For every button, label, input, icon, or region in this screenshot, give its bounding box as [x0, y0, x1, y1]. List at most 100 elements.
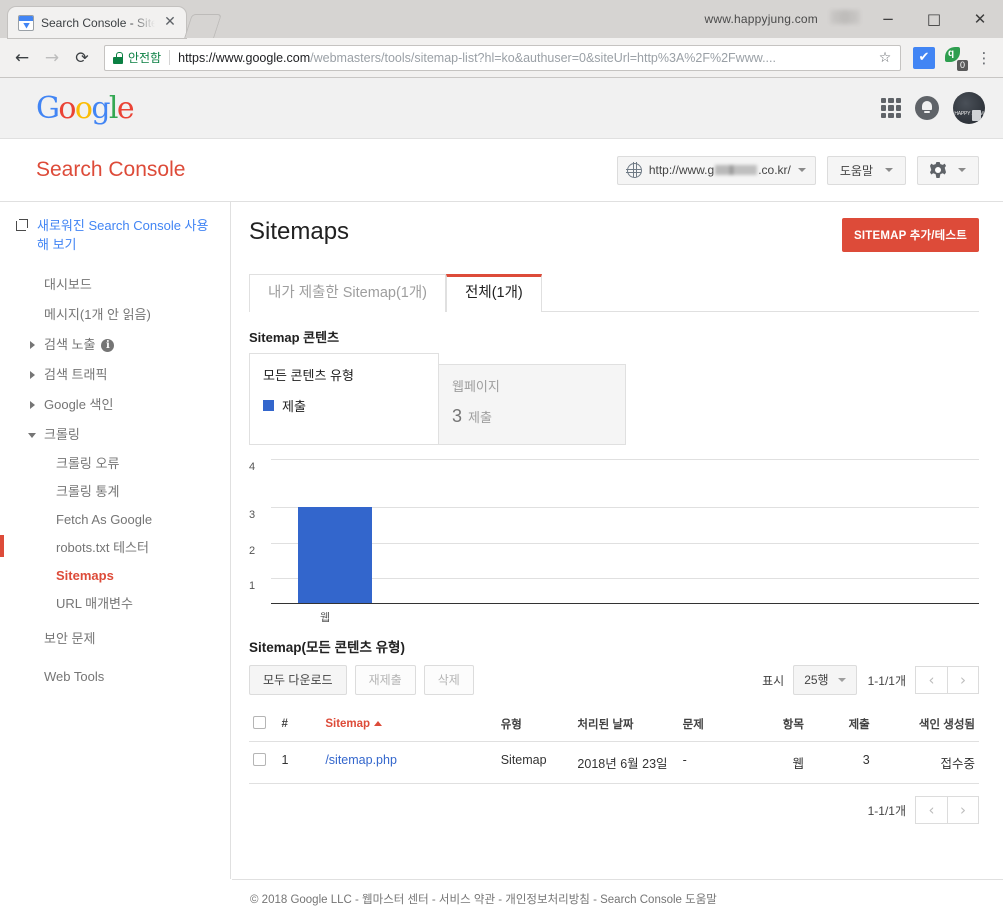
select-all-checkbox[interactable]: [253, 716, 266, 729]
sidebar-item-robots-tester[interactable]: robots.txt 테스터: [0, 534, 230, 562]
sidebar-item-fetch-as-google[interactable]: Fetch As Google: [0, 506, 230, 534]
column-label: Sitemap: [325, 718, 371, 730]
bottom-next-page-button[interactable]: ›: [947, 796, 979, 824]
result-range: 1-1/1개: [867, 673, 906, 688]
sidebar-item-url-parameters[interactable]: URL 매개변수: [0, 590, 230, 618]
card-web-pages[interactable]: 웹페이지 3 제출: [438, 364, 626, 445]
chart-plot-area: 4 3 2 1 웹: [249, 459, 979, 624]
column-indexed[interactable]: 색인 생성됨: [873, 707, 979, 742]
column-issues[interactable]: 문제: [678, 707, 745, 742]
sidebar-item-crawl-errors[interactable]: 크롤링 오류: [0, 450, 230, 478]
card-all-content-types[interactable]: 모든 콘텐츠 유형 제출: [249, 353, 439, 445]
bottom-result-range: 1-1/1개: [867, 803, 906, 818]
column-items[interactable]: 항목: [744, 707, 808, 742]
table-head: # Sitemap 유형 처리된 날짜 문제 항목 제출 색인 생성됨: [249, 707, 979, 742]
add-sitemap-button[interactable]: SITEMAP 추가/테스트: [842, 218, 979, 252]
card-number: 3: [452, 406, 463, 426]
reload-icon[interactable]: ⟳: [68, 44, 96, 72]
page-body: 새로워진 Search Console 사용해 보기 대시보드 메시지(1개 안…: [0, 202, 1003, 879]
delete-button[interactable]: 삭제: [423, 665, 474, 695]
column-processed-date[interactable]: 처리된 날짜: [573, 707, 679, 742]
card-title: 웹페이지: [452, 379, 500, 394]
browser-menu-icon[interactable]: ⋮: [973, 49, 995, 67]
notifications-bell-icon[interactable]: [915, 96, 939, 120]
avatar-label: HAPPY .COM: [954, 111, 984, 117]
table-toolbar: 모두 다운로드 재제출 삭제 표시 25행 1-1/1개 ‹ ›: [249, 665, 979, 695]
sidebar-item-crawl[interactable]: 크롤링: [0, 420, 230, 450]
row-checkbox[interactable]: [253, 753, 266, 766]
sidebar-item-crawl-stats[interactable]: 크롤링 통계: [0, 478, 230, 506]
new-tab-button[interactable]: [184, 14, 222, 38]
lock-icon: [113, 51, 123, 64]
forward-icon[interactable]: →: [38, 44, 66, 72]
google-bar-actions: HAPPY .COM: [881, 92, 985, 124]
sidebar-item-label: robots.txt 테스터: [56, 540, 149, 555]
window-controls: − □ ✕: [865, 0, 1003, 38]
browser-tab[interactable]: Search Console - Sitema ✕: [8, 7, 186, 38]
avatar[interactable]: HAPPY .COM: [953, 92, 985, 124]
bookmark-star-icon[interactable]: ☆: [876, 50, 894, 66]
tab-my-sitemaps[interactable]: 내가 제출한 Sitemap(1개): [249, 274, 447, 312]
cell-type: Sitemap: [496, 741, 574, 784]
bar-web[interactable]: [298, 507, 372, 603]
chevron-down-icon: [837, 678, 846, 682]
sidebar-item-google-index[interactable]: Google 색인: [0, 390, 230, 420]
sidebar-item-new-search-console[interactable]: 새로워진 Search Console 사용해 보기: [0, 216, 230, 254]
sidebar-item-messages[interactable]: 메시지(1개 안 읽음): [0, 300, 230, 330]
settings-button[interactable]: [917, 155, 979, 185]
sidebar-item-search-traffic[interactable]: 검색 트래픽: [0, 360, 230, 390]
minimize-icon[interactable]: −: [865, 0, 911, 38]
rows-per-page-select[interactable]: 25행: [793, 665, 857, 695]
extension-check-icon[interactable]: ✔: [913, 46, 935, 69]
y-axis-tick: 4: [249, 461, 256, 473]
extension-seo-icon[interactable]: q 0: [943, 46, 968, 71]
sidebar-item-sitemaps[interactable]: Sitemaps: [0, 562, 230, 590]
download-all-button[interactable]: 모두 다운로드: [249, 665, 347, 695]
sidebar-item-label: 크롤링: [44, 427, 80, 442]
page-footer: © 2018 Google LLC - 웹마스터 센터 - 서비스 약관 - 개…: [232, 879, 1003, 917]
help-button[interactable]: 도움말: [826, 155, 906, 185]
cell-indexed: 접수중: [873, 741, 979, 784]
sitemaps-table: # Sitemap 유형 처리된 날짜 문제 항목 제출 색인 생성됨 1 /s…: [249, 707, 979, 784]
next-page-button[interactable]: ›: [947, 666, 979, 694]
chevron-down-icon: [885, 168, 893, 172]
window-close-icon[interactable]: ✕: [957, 0, 1003, 38]
url-domain: https://www.google.com: [178, 50, 311, 65]
tab-all-sitemaps[interactable]: 전체(1개): [446, 274, 542, 312]
resubmit-button[interactable]: 재제출: [354, 665, 416, 695]
site-selector[interactable]: http://www.g .co.kr/: [616, 155, 816, 185]
browser-toolbar: ← → ⟳ 안전함 https://www.google.com/webmast…: [0, 38, 1003, 78]
redacted-domain: [715, 165, 758, 175]
chevron-down-icon: [797, 168, 806, 172]
sitemap-contents-label: Sitemap 콘텐츠: [249, 330, 340, 345]
pagination-controls: 표시 25행 1-1/1개 ‹ ›: [762, 665, 979, 695]
apps-grid-icon[interactable]: [881, 98, 901, 118]
sidebar-item-search-appearance[interactable]: 검색 노출 i: [0, 330, 230, 360]
prev-page-button[interactable]: ‹: [915, 666, 947, 694]
column-submitted[interactable]: 제출: [807, 707, 874, 742]
column-sitemap[interactable]: Sitemap: [321, 707, 497, 742]
chevron-down-icon: [28, 432, 36, 438]
sidebar-item-web-tools[interactable]: Web Tools: [0, 662, 230, 692]
sidebar-item-label: 보안 문제: [44, 631, 96, 646]
column-type[interactable]: 유형: [496, 707, 574, 742]
address-bar[interactable]: 안전함 https://www.google.com/webmasters/to…: [104, 44, 901, 71]
browser-titlebar: Search Console - Sitema ✕ www.happyjung.…: [0, 0, 1003, 38]
sitemap-bar-chart: 4 3 2 1 웹: [249, 459, 979, 624]
sidebar-item-security-issues[interactable]: 보안 문제: [0, 624, 230, 654]
column-index[interactable]: #: [277, 707, 322, 742]
y-axis-tick: 1: [249, 580, 256, 592]
maximize-icon[interactable]: □: [911, 0, 957, 38]
back-icon[interactable]: ←: [8, 44, 36, 72]
info-icon[interactable]: i: [101, 338, 115, 352]
sidebar-item-dashboard[interactable]: 대시보드: [0, 270, 230, 300]
table-row[interactable]: 1 /sitemap.php Sitemap 2018년 6월 23일 - 웹 …: [249, 741, 979, 784]
bottom-prev-page-button[interactable]: ‹: [915, 796, 947, 824]
logo-letter: l: [108, 90, 119, 126]
watermark-text: www.happyjung.com: [704, 12, 818, 26]
close-icon[interactable]: ✕: [162, 14, 178, 31]
sitemap-link[interactable]: /sitemap.php: [325, 753, 397, 767]
help-label: 도움말: [839, 163, 873, 178]
globe-icon: [626, 162, 642, 178]
google-logo[interactable]: Google: [36, 90, 135, 126]
